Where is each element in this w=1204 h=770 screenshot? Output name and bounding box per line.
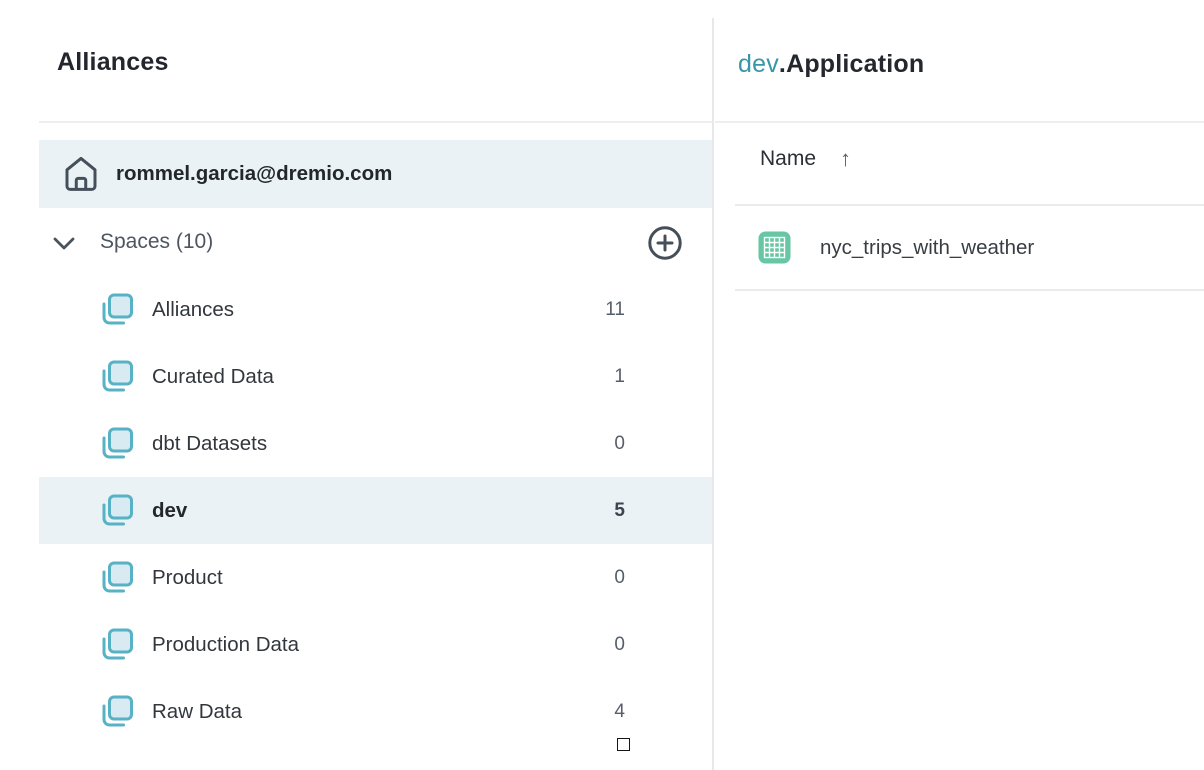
spaces-list: Alliances 11 Curated Data 1 dbt Datasets…: [39, 276, 713, 745]
space-item-label: Alliances: [152, 298, 234, 322]
column-header-label: Name: [760, 147, 816, 171]
space-item-count: 11: [605, 299, 625, 321]
space-icon: [100, 360, 134, 394]
spaces-section-header: Spaces (10): [39, 224, 713, 264]
space-icon: [100, 427, 134, 461]
dataset-browser-panel: dev.Application Name ↑ nyc_trips_with_we…: [714, 0, 1204, 770]
space-icon: [100, 695, 134, 729]
space-icon: [100, 628, 134, 662]
space-item-label: dev: [152, 499, 187, 523]
dataset-name: nyc_trips_with_weather: [820, 236, 1034, 260]
dataset-table-icon: [758, 231, 791, 264]
breadcrumb-current: .Application: [779, 50, 924, 78]
column-header-name[interactable]: Name ↑: [760, 147, 851, 171]
home-item-label: rommel.garcia@dremio.com: [116, 162, 392, 186]
space-item-product[interactable]: Product 0: [39, 544, 713, 611]
space-item-label: Product: [152, 566, 223, 590]
table-row-nyc-trips-with-weather[interactable]: nyc_trips_with_weather: [735, 206, 1204, 289]
space-icon: [100, 494, 134, 528]
space-item-curated-data[interactable]: Curated Data 1: [39, 343, 713, 410]
space-item-label: Raw Data: [152, 700, 242, 724]
add-space-button[interactable]: [647, 225, 683, 261]
divider: [715, 121, 1204, 123]
spaces-section-label[interactable]: Spaces (10): [100, 230, 213, 254]
space-item-label: Production Data: [152, 633, 299, 657]
space-item-count: 5: [614, 500, 625, 522]
space-item-count: 4: [614, 701, 625, 723]
space-item-count: 1: [614, 366, 625, 388]
plus-circle-icon: [647, 225, 683, 261]
sort-ascending-icon: ↑: [840, 148, 851, 170]
space-item-label: Curated Data: [152, 365, 274, 389]
space-item-label: dbt Datasets: [152, 432, 267, 456]
home-space-item[interactable]: rommel.garcia@dremio.com: [39, 140, 713, 208]
text-cursor-artifact: [617, 738, 630, 751]
space-item-raw-data[interactable]: Raw Data 4: [39, 678, 713, 745]
space-item-dev[interactable]: dev 5: [39, 477, 713, 544]
space-icon: [100, 561, 134, 595]
space-item-alliances[interactable]: Alliances 11: [39, 276, 713, 343]
catalog-sidebar: Alliances rommel.garcia@dremio.com Space…: [0, 0, 713, 770]
home-icon: [60, 152, 102, 196]
breadcrumb-space-link[interactable]: dev: [738, 50, 779, 78]
chevron-down-icon[interactable]: [53, 237, 75, 250]
breadcrumb: dev.Application: [738, 50, 924, 79]
space-item-production-data[interactable]: Production Data 0: [39, 611, 713, 678]
divider: [735, 289, 1204, 291]
space-icon: [100, 293, 134, 327]
space-item-count: 0: [614, 433, 625, 455]
space-item-count: 0: [614, 634, 625, 656]
divider: [39, 121, 713, 123]
page-title: Alliances: [57, 48, 169, 77]
space-item-dbt-datasets[interactable]: dbt Datasets 0: [39, 410, 713, 477]
space-item-count: 0: [614, 567, 625, 589]
